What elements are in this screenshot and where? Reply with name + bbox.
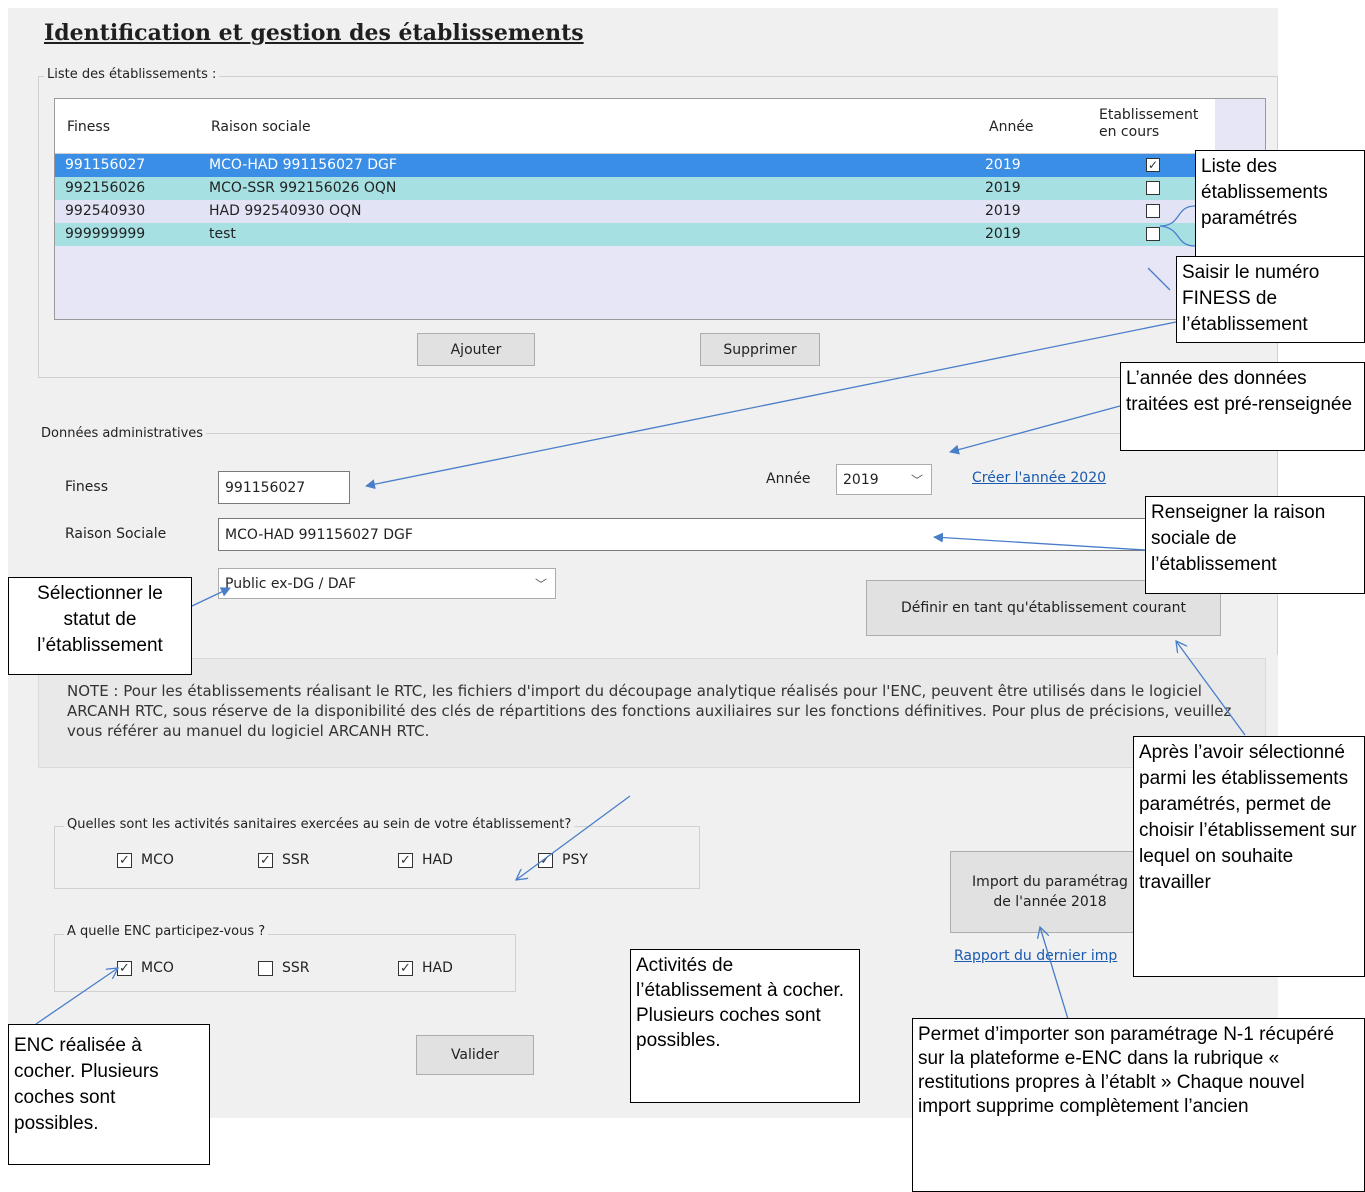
callout-statut: Sélectionner le statut de l’établissemen… (8, 577, 192, 675)
callout-liste: Liste des établissements paramétrés (1195, 150, 1365, 269)
activites-arrow (516, 795, 631, 880)
callout-apres: Après l’avoir sélectionné parmi les étab… (1133, 736, 1365, 977)
enc-arrow (35, 968, 118, 1025)
callout-activites: Activités de l’établissement à cocher. P… (630, 949, 860, 1103)
saisir-tick (1147, 267, 1171, 291)
callout-annee: L’année des données traitées est pré-ren… (1120, 362, 1365, 451)
callout-raison: Renseigner la raison sociale de l’établi… (1145, 496, 1365, 594)
callout-enc: ENC réalisée à cocher. Plusieurs coches … (8, 1024, 210, 1165)
callout-import: Permet d’importer son paramétrage N-1 ré… (912, 1018, 1365, 1192)
saisir-arrow (365, 321, 1177, 490)
statut-arrow (191, 587, 231, 607)
callout-saisir: Saisir le numéro FINESS de l’établisseme… (1176, 256, 1365, 343)
raison-arrow (933, 532, 1146, 551)
liste-bracket (1159, 225, 1196, 247)
annee-arrow (949, 405, 1121, 455)
apres-arrow (1176, 641, 1246, 736)
